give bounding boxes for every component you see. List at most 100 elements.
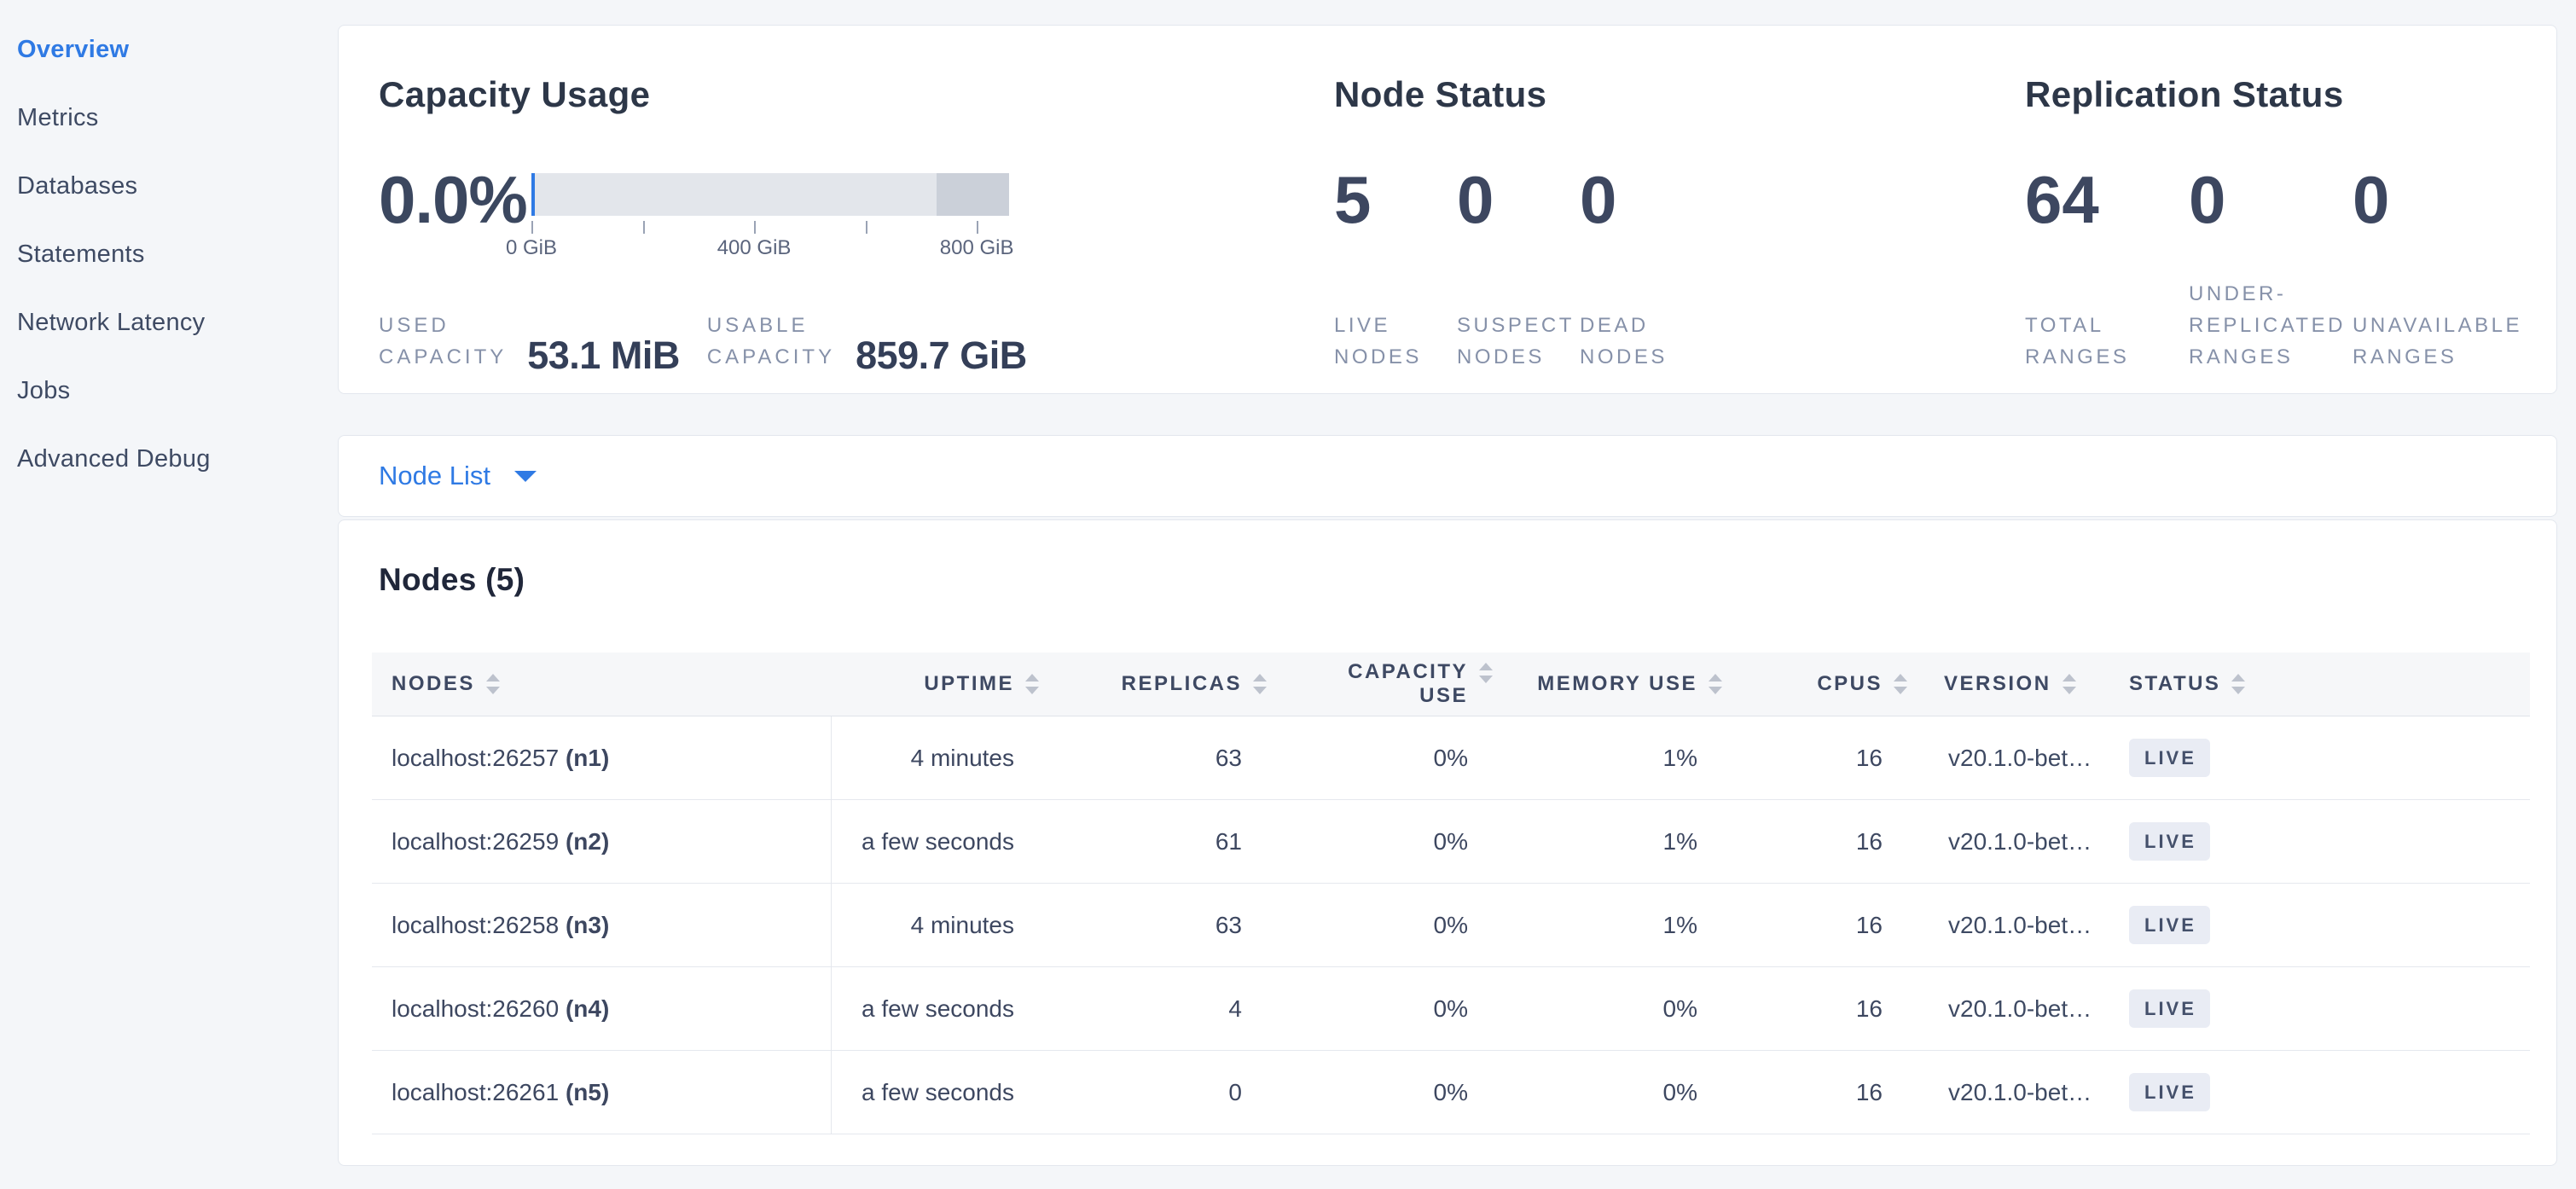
uptime-cell: a few seconds	[831, 1079, 1014, 1106]
version-cell: v20.1.0-bet…	[1883, 1079, 2104, 1106]
sidebar-item[interactable]: Advanced Debug	[17, 425, 338, 493]
sidebar-item-label: Databases	[17, 172, 137, 200]
replicas-cell: 61	[1014, 828, 1242, 856]
node-id: (n5)	[566, 1079, 609, 1105]
memory-use-cell: 0%	[1468, 995, 1697, 1023]
sidebar-item[interactable]: Overview	[17, 15, 338, 84]
stat-value: 0	[2353, 166, 2516, 233]
cluster-summary-card: Capacity Usage 0.0% 0 GiB400 GiB800 GiB	[338, 25, 2557, 394]
sidebar-item[interactable]: Network Latency	[17, 288, 338, 357]
node-id: (n4)	[566, 995, 609, 1022]
node-status-title: Node Status	[1334, 72, 2025, 117]
node-address: localhost:26257	[392, 745, 559, 771]
sidebar-item[interactable]: Statements	[17, 220, 338, 288]
node-address-cell: localhost:26258 (n3)	[372, 912, 831, 939]
node-list-dropdown[interactable]: Node List	[379, 461, 537, 491]
replication-status-title: Replication Status	[2025, 72, 2556, 117]
column-header-label: NODES	[392, 672, 475, 696]
capacity-stat: USABLE CAPACITY 859.7 GiB	[707, 310, 1027, 373]
axis-tick-label: 800 GiB	[940, 236, 1014, 260]
status-cell: LIVE	[2104, 822, 2530, 861]
capacity-bar-chart: 0 GiB400 GiB800 GiB	[531, 173, 1009, 262]
node-status-section: Node Status 5 LIVE NODES 0 SUSPECT NODES…	[1334, 26, 2025, 393]
node-address-cell: localhost:26261 (n5)	[372, 1079, 831, 1106]
version-cell: v20.1.0-bet…	[1883, 995, 2104, 1023]
column-header-label: MEMORY USE	[1537, 672, 1697, 696]
table-body: localhost:26257 (n1) 4 minutes 63 0% 1% …	[372, 716, 2530, 1134]
sidebar: Overview Metrics Databases Statements Ne…	[0, 0, 338, 1189]
status-badge: LIVE	[2129, 989, 2210, 1028]
capacity-use-cell: 0%	[1242, 745, 1468, 772]
status-badge: LIVE	[2129, 739, 2210, 777]
capacity-stat-value: 53.1 MiB	[527, 339, 680, 373]
column-header[interactable]: CAPACITY USE	[1242, 652, 1468, 716]
stat-label: SUSPECT NODES	[1457, 310, 1580, 373]
memory-use-cell: 1%	[1468, 912, 1697, 939]
node-address-cell: localhost:26259 (n2)	[372, 828, 831, 856]
node-id: (n2)	[566, 828, 609, 855]
table-row[interactable]: localhost:26259 (n2) a few seconds 61 0%…	[372, 800, 2530, 884]
column-header[interactable]: CPUS	[1697, 652, 1883, 716]
axis-tick-label: 0 GiB	[506, 236, 557, 260]
column-header[interactable]: STATUS	[2104, 652, 2530, 716]
column-header[interactable]: NODES	[372, 652, 831, 716]
replicas-cell: 4	[1014, 995, 1242, 1023]
sidebar-item[interactable]: Jobs	[17, 357, 338, 425]
memory-use-cell: 1%	[1468, 828, 1697, 856]
axis-tick	[531, 221, 533, 234]
replicas-cell: 63	[1014, 912, 1242, 939]
capacity-stat-label: USED CAPACITY	[379, 310, 507, 373]
cpus-cell: 16	[1697, 1079, 1883, 1106]
cpus-cell: 16	[1697, 828, 1883, 856]
cpus-cell: 16	[1697, 995, 1883, 1023]
node-address: localhost:26258	[392, 912, 559, 938]
view-selector-card: Node List	[338, 435, 2557, 517]
memory-use-cell: 0%	[1468, 1079, 1697, 1106]
axis-tick-label: 400 GiB	[717, 236, 792, 260]
stat-label: UNAVAILABLE RANGES	[2353, 310, 2516, 373]
sidebar-item-label: Statements	[17, 241, 145, 269]
table-row[interactable]: localhost:26261 (n5) a few seconds 0 0% …	[372, 1051, 2530, 1134]
status-badge: LIVE	[2129, 1073, 2210, 1111]
table-row[interactable]: localhost:26260 (n4) a few seconds 4 0% …	[372, 967, 2530, 1051]
capacity-usage-title: Capacity Usage	[379, 72, 1334, 117]
stat-label: UNDER- REPLICATED RANGES	[2189, 278, 2353, 373]
capacity-use-cell: 0%	[1242, 995, 1468, 1023]
node-status-stat: 5 LIVE NODES	[1334, 149, 1457, 373]
sidebar-item-label: Overview	[17, 36, 129, 64]
stat-label: TOTAL RANGES	[2025, 310, 2189, 373]
capacity-bar-dark-segment	[937, 173, 1009, 216]
replication-stat: 0 UNDER- REPLICATED RANGES	[2189, 149, 2353, 373]
column-header-label: VERSION	[1944, 672, 2051, 696]
version-cell: v20.1.0-bet…	[1883, 745, 2104, 772]
chevron-down-icon	[514, 471, 537, 482]
column-header[interactable]: MEMORY USE	[1468, 652, 1697, 716]
axis-tick	[754, 221, 756, 234]
node-address: localhost:26261	[392, 1079, 559, 1105]
status-cell: LIVE	[2104, 739, 2530, 777]
axis-tick	[866, 221, 867, 234]
column-header[interactable]: UPTIME	[831, 652, 1014, 716]
column-header[interactable]: REPLICAS	[1014, 652, 1242, 716]
stat-value: 0	[2189, 166, 2353, 233]
table-row[interactable]: localhost:26258 (n3) 4 minutes 63 0% 1% …	[372, 884, 2530, 967]
node-address-cell: localhost:26257 (n1)	[372, 745, 831, 772]
column-header-label: CAPACITY USE	[1348, 660, 1468, 708]
column-header-label: UPTIME	[924, 672, 1014, 696]
sort-icon	[2063, 674, 2076, 694]
main-content: Capacity Usage 0.0% 0 GiB400 GiB800 GiB	[338, 0, 2557, 1166]
capacity-use-cell: 0%	[1242, 1079, 1468, 1106]
axis-tick	[977, 221, 978, 234]
table-row[interactable]: localhost:26257 (n1) 4 minutes 63 0% 1% …	[372, 716, 2530, 800]
column-header-label: STATUS	[2129, 672, 2220, 696]
node-list-dropdown-label: Node List	[379, 461, 490, 491]
nodes-table-card: Nodes (5) NODES UPTIME REPLICAS CAPACITY…	[338, 519, 2557, 1166]
sidebar-item[interactable]: Metrics	[17, 84, 338, 152]
sort-icon	[486, 674, 500, 694]
column-header[interactable]: VERSION	[1883, 652, 2104, 716]
capacity-bar	[531, 173, 1009, 216]
axis-tick	[643, 221, 645, 234]
capacity-stat: USED CAPACITY 53.1 MiB	[379, 310, 680, 373]
sidebar-item[interactable]: Databases	[17, 152, 338, 220]
table-header-row: NODES UPTIME REPLICAS CAPACITY USE MEMOR…	[372, 652, 2530, 716]
